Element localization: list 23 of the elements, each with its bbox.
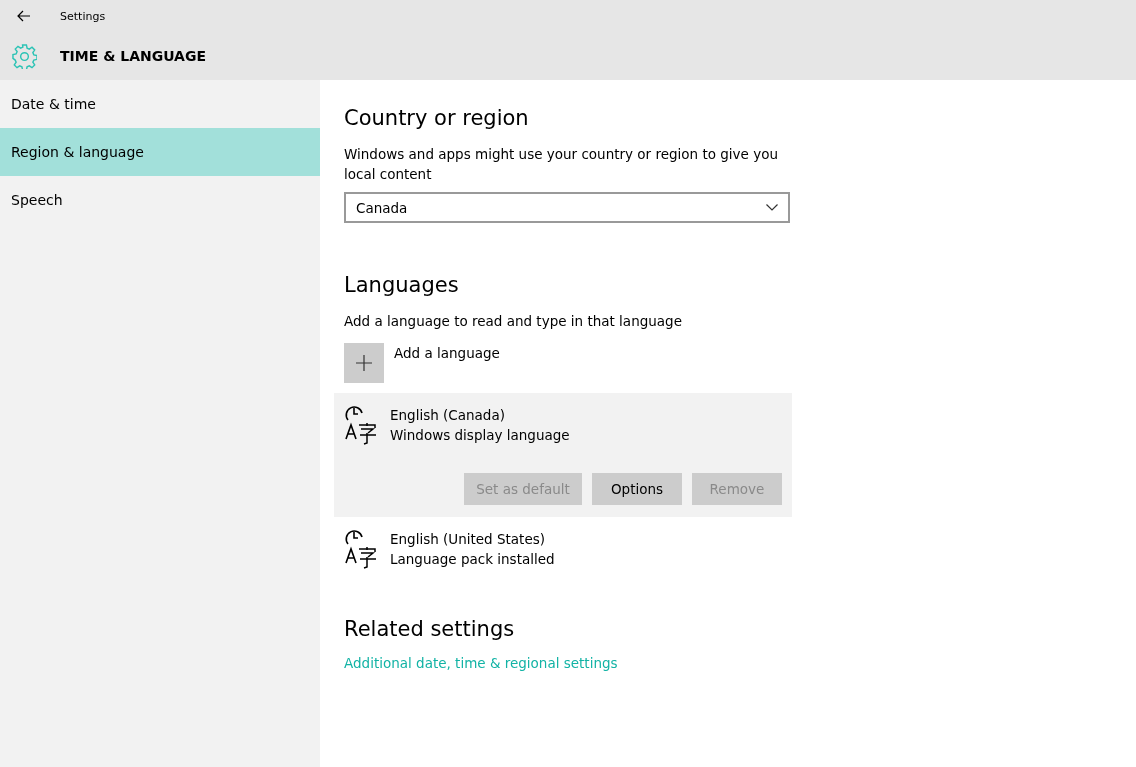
sidebar-item[interactable]: Region & language xyxy=(0,128,320,176)
chevron-down-icon xyxy=(766,204,778,211)
add-language-button[interactable] xyxy=(344,343,384,383)
section-heading: Languages xyxy=(344,273,460,297)
language-status: Language pack installed xyxy=(390,550,555,569)
description-text: Windows and apps might use your country or region to give you local content xyxy=(344,145,779,184)
add-language-link[interactable]: Add a language xyxy=(394,345,500,361)
sidebar-item[interactable]: Speech xyxy=(0,176,320,224)
language-name: English (United States) xyxy=(390,530,546,549)
plus-icon xyxy=(356,355,372,371)
section-heading: Country or region xyxy=(344,106,530,130)
window-title: Settings xyxy=(60,9,106,23)
language-item[interactable]: English (United States) Language pack installed xyxy=(334,517,792,581)
sidebar-item[interactable]: Date & time xyxy=(0,80,320,128)
language-action-button[interactable]: Options xyxy=(592,473,682,505)
page-title: TIME & LANGUAGE xyxy=(60,48,206,64)
back-arrow-icon xyxy=(17,10,31,22)
gear-icon xyxy=(12,43,37,69)
section-heading: Related settings xyxy=(344,617,516,641)
language-status: Windows display language xyxy=(390,426,570,445)
description-text: Add a language to read and type in that language xyxy=(344,312,683,331)
country-dropdown[interactable]: Canada xyxy=(344,192,790,223)
language-name: English (Canada) xyxy=(390,406,506,425)
